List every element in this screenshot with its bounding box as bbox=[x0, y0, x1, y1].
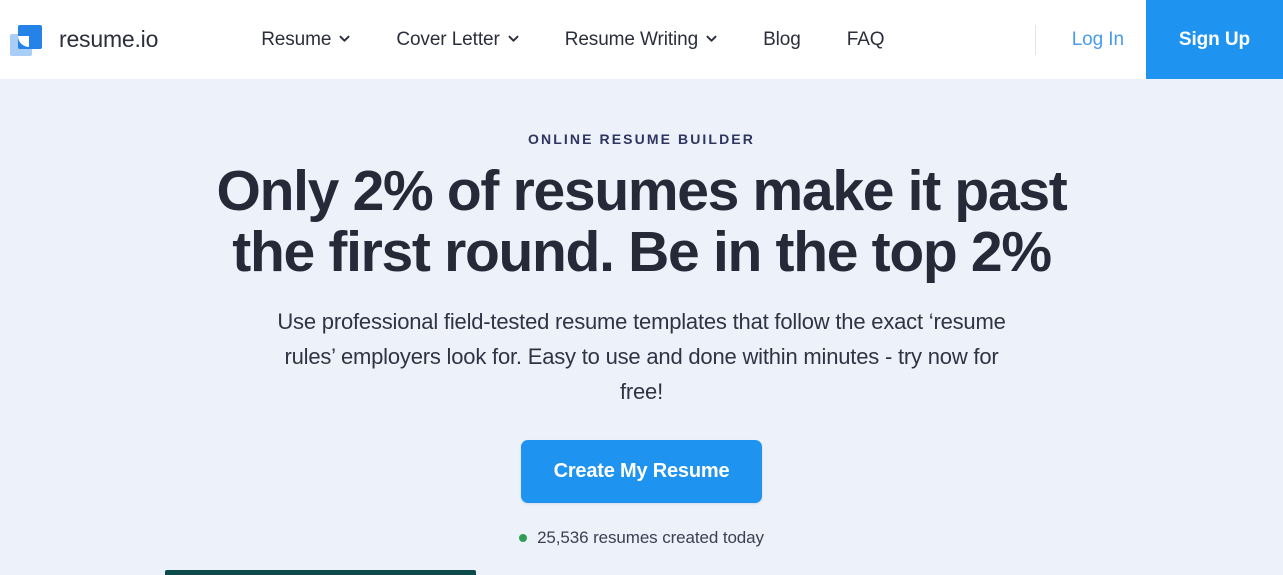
hero-subhead: Use professional field-tested resume tem… bbox=[277, 309, 1006, 404]
nav-item-resume[interactable]: Resume bbox=[238, 29, 373, 51]
nav-item-label: Blog bbox=[763, 28, 801, 50]
header-actions: Log In Sign Up bbox=[1003, 0, 1283, 79]
hero-section: ONLINE RESUME BUILDER Only 2% of resumes… bbox=[0, 79, 1283, 548]
resume-io-logo-icon bbox=[10, 23, 46, 57]
status-dot-icon bbox=[519, 534, 528, 542]
hero-eyebrow: ONLINE RESUME BUILDER bbox=[528, 131, 755, 147]
page-root: resume.io Resume Cover Letter Resume Wri… bbox=[0, 0, 1283, 575]
hero-cta-wrap: Create My Resume bbox=[0, 440, 1283, 503]
site-header: resume.io Resume Cover Letter Resume Wri… bbox=[0, 0, 1283, 79]
nav-item-label: FAQ bbox=[846, 28, 885, 50]
nav-item-faq[interactable]: FAQ bbox=[824, 29, 908, 51]
nav-item-cover-letter[interactable]: Cover Letter bbox=[373, 29, 541, 51]
signup-button[interactable]: Sign Up bbox=[1145, 0, 1283, 79]
nav-item-label: Cover Letter bbox=[396, 28, 500, 50]
chevron-down-icon bbox=[706, 33, 717, 44]
resumes-created-counter: 25,536 resumes created today bbox=[0, 528, 1283, 548]
login-link[interactable]: Log In bbox=[1050, 29, 1146, 51]
chevron-down-icon bbox=[508, 33, 519, 44]
brand-name: resume.io bbox=[59, 26, 159, 52]
header-divider bbox=[1034, 24, 1036, 55]
nav-item-label: Resume Writing bbox=[564, 28, 699, 50]
nav-item-blog[interactable]: Blog bbox=[740, 29, 824, 51]
chevron-down-icon bbox=[339, 33, 350, 44]
nav-item-label: Resume bbox=[261, 28, 332, 50]
create-my-resume-button[interactable]: Create My Resume bbox=[520, 440, 763, 503]
bottom-content-peek bbox=[165, 570, 476, 575]
counter-label: 25,536 resumes created today bbox=[537, 528, 764, 547]
main-nav: Resume Cover Letter Resume Writing Blog … bbox=[238, 29, 907, 51]
brand-logo-link[interactable]: resume.io bbox=[10, 23, 158, 57]
page-title: Only 2% of resumes make it past the firs… bbox=[216, 159, 1068, 284]
nav-item-resume-writing[interactable]: Resume Writing bbox=[542, 29, 740, 51]
